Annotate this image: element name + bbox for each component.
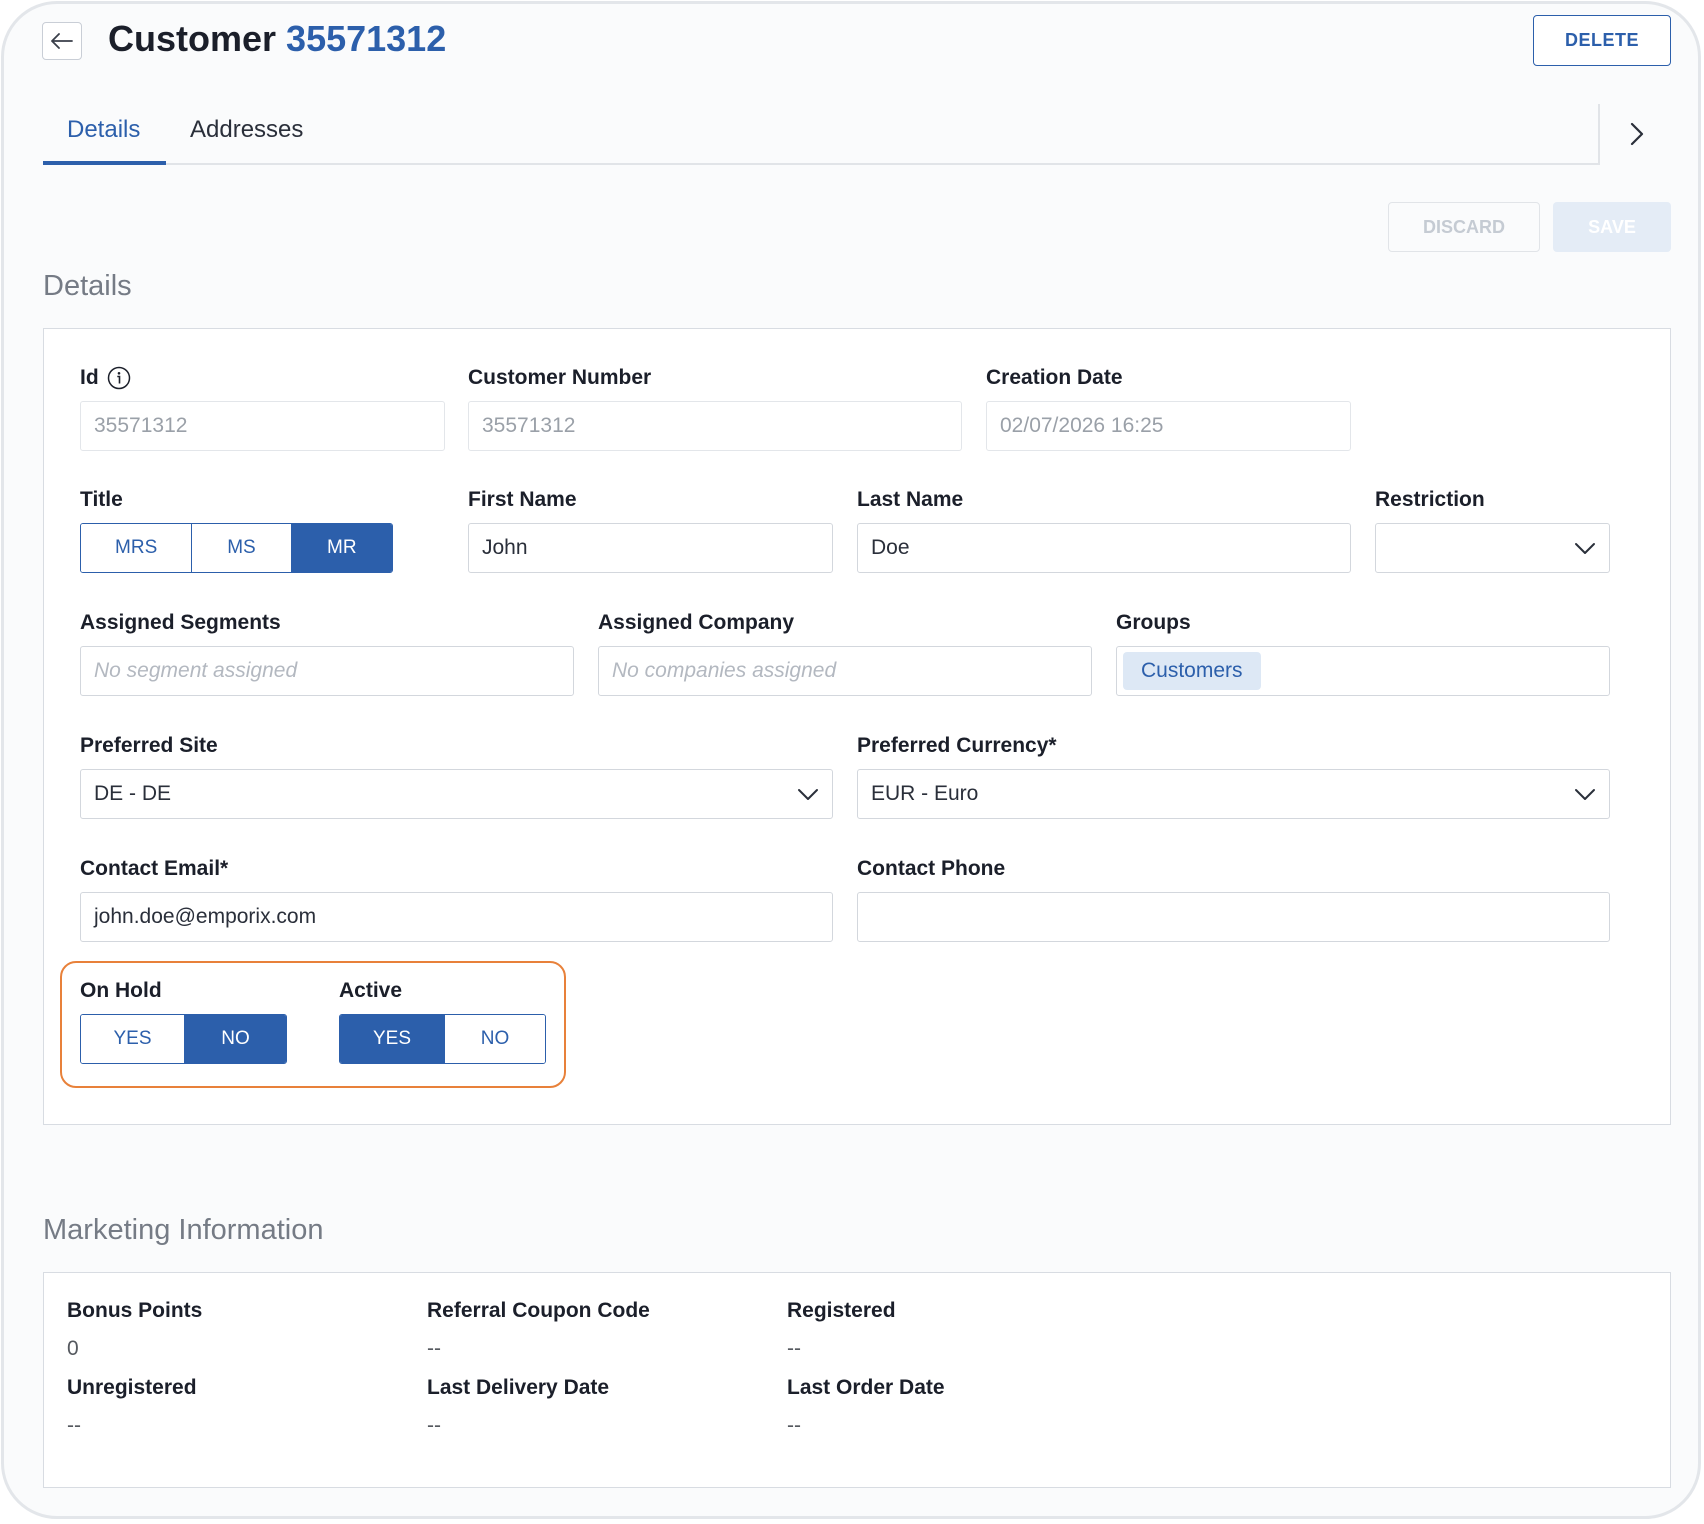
title-option-mr[interactable]: MR [291, 524, 392, 572]
registered-label: Registered [787, 1299, 896, 1322]
tab-addresses[interactable]: Addresses [190, 116, 303, 144]
groups-label: Groups [1116, 611, 1191, 634]
first-name-field[interactable]: John [468, 523, 833, 573]
page-title-prefix: Customer [108, 18, 277, 59]
tabs-divider [43, 163, 1600, 165]
active-tab-indicator [43, 161, 166, 165]
restriction-label: Restriction [1375, 488, 1485, 511]
on-hold-label: On Hold [80, 979, 162, 1002]
referral-coupon-code-value: -- [427, 1337, 441, 1360]
assigned-company-field[interactable]: No companies assigned [598, 646, 1092, 696]
customer-number-field: 35571312 [468, 401, 962, 451]
last-order-date-label: Last Order Date [787, 1376, 945, 1399]
registered-value: -- [787, 1337, 801, 1360]
preferred-site-value: DE - DE [94, 782, 172, 805]
contact-email-field[interactable]: john.doe@emporix.com [80, 892, 833, 942]
last-delivery-date-label: Last Delivery Date [427, 1376, 610, 1399]
restriction-select[interactable] [1375, 523, 1610, 573]
contact-phone-field[interactable] [857, 892, 1610, 942]
last-name-field[interactable]: Doe [857, 523, 1351, 573]
last-order-date-value: -- [787, 1414, 801, 1437]
assigned-segments-field[interactable]: No segment assigned [80, 646, 574, 696]
active-label: Active [339, 979, 403, 1002]
preferred-currency-value: EUR - Euro [871, 782, 979, 805]
active-toggle: YES NO [339, 1014, 546, 1064]
on-hold-yes-option[interactable]: YES [81, 1015, 185, 1063]
active-yes-option[interactable]: YES [340, 1015, 445, 1063]
active-no-option[interactable]: NO [444, 1015, 545, 1063]
creation-date-label: Creation Date [986, 366, 1123, 389]
back-button[interactable] [42, 22, 82, 60]
creation-date-field: 02/07/2026 16:25 [986, 401, 1351, 451]
bonus-points-label: Bonus Points [67, 1299, 203, 1322]
tabs-scroll-right-button[interactable] [1622, 116, 1652, 152]
id-field: 35571312 [80, 401, 445, 451]
tab-details[interactable]: Details [67, 116, 140, 144]
page-title-customer-number: 35571312 [286, 18, 447, 59]
save-button[interactable]: SAVE [1553, 202, 1671, 252]
chevron-down-icon [1575, 788, 1595, 800]
chevron-down-icon [1575, 542, 1595, 554]
page-title: Customer 35571312 [108, 18, 446, 60]
tabs-separator [1598, 104, 1600, 164]
marketing-section-title: Marketing Information [43, 1214, 324, 1246]
first-name-label: First Name [468, 488, 577, 511]
id-label-text: Id [80, 366, 99, 389]
customer-number-label: Customer Number [468, 366, 652, 389]
info-icon[interactable] [107, 366, 131, 390]
arrow-left-icon [51, 33, 73, 49]
discard-button[interactable]: DISCARD [1388, 202, 1540, 252]
referral-coupon-code-label: Referral Coupon Code [427, 1299, 650, 1322]
id-label: Id [80, 366, 131, 390]
title-option-ms[interactable]: MS [192, 524, 292, 572]
preferred-currency-select[interactable]: EUR - Euro [857, 769, 1610, 819]
preferred-site-select[interactable]: DE - DE [80, 769, 833, 819]
title-option-mrs[interactable]: MRS [81, 524, 193, 572]
assigned-company-label: Assigned Company [598, 611, 795, 634]
preferred-site-label: Preferred Site [80, 734, 218, 757]
details-section-title: Details [43, 270, 132, 302]
contact-phone-label: Contact Phone [857, 857, 1006, 880]
preferred-currency-label: Preferred Currency* [857, 734, 1057, 757]
assigned-segments-label: Assigned Segments [80, 611, 281, 634]
title-label: Title [80, 488, 123, 511]
chevron-down-icon [798, 788, 818, 800]
unregistered-value: -- [67, 1414, 81, 1437]
customer-detail-window: Customer 35571312 DELETE Details Address… [1, 1, 1701, 1519]
on-hold-no-option[interactable]: NO [184, 1015, 286, 1063]
delete-button[interactable]: DELETE [1533, 15, 1671, 66]
title-selector: MRS MS MR [80, 523, 393, 573]
last-delivery-date-value: -- [427, 1414, 441, 1437]
chevron-right-icon [1630, 122, 1644, 146]
unregistered-label: Unregistered [67, 1376, 197, 1399]
group-chip-customers[interactable]: Customers [1123, 652, 1261, 690]
contact-email-label: Contact Email* [80, 857, 229, 880]
last-name-label: Last Name [857, 488, 964, 511]
bonus-points-value: 0 [67, 1337, 79, 1360]
on-hold-toggle: YES NO [80, 1014, 287, 1064]
